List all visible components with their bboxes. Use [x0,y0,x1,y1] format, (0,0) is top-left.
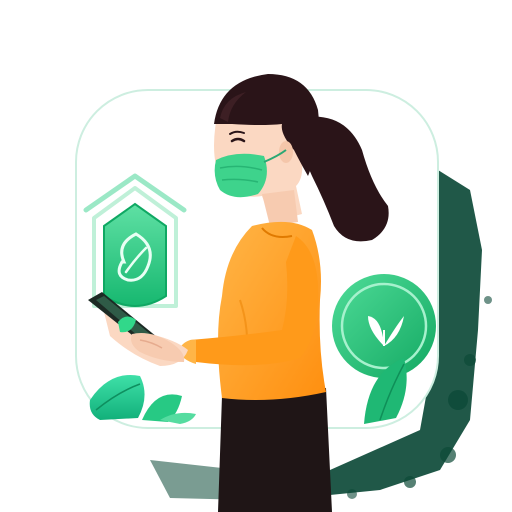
illustration-canvas [75,74,492,512]
pants [218,388,332,512]
illustration-stage [0,0,512,512]
leaf-badge-icon [332,274,436,378]
